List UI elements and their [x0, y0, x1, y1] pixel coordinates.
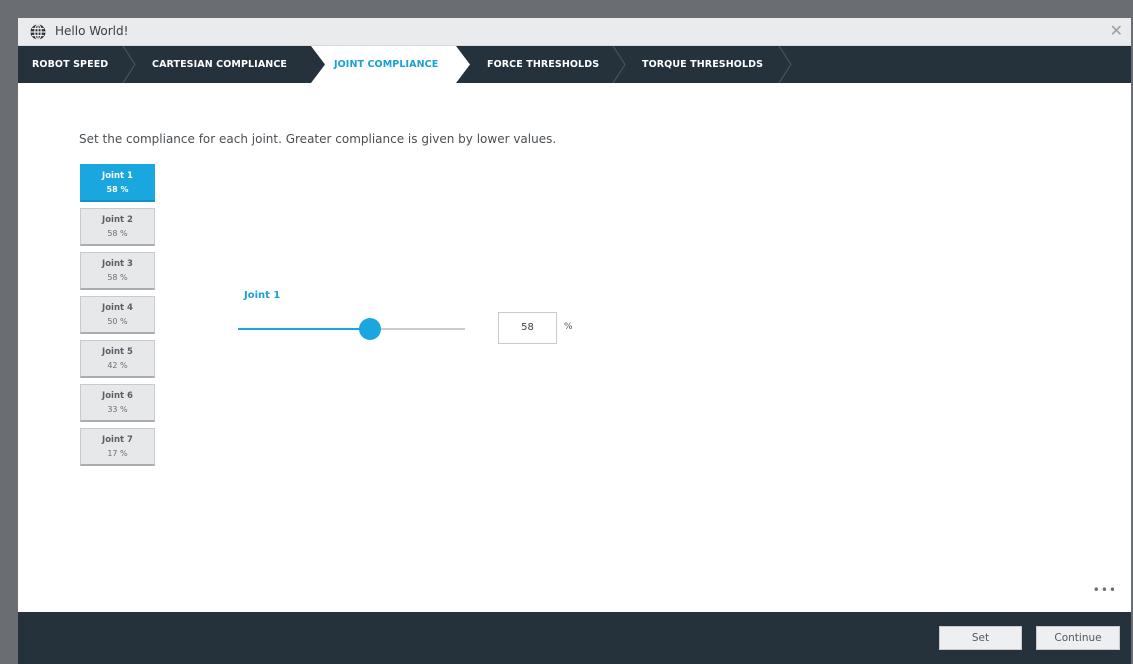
- joint-7-button[interactable]: Joint 7 17 %: [80, 428, 155, 466]
- window-title: Hello World!: [55, 24, 129, 38]
- joint-value: 58 %: [107, 229, 128, 238]
- slider-thumb[interactable]: [358, 318, 381, 340]
- joint-3-button[interactable]: Joint 3 58 %: [80, 252, 155, 290]
- main-content: Set the compliance for each joint. Great…: [18, 83, 1131, 612]
- tab-cartesian-compliance[interactable]: CARTESIAN COMPLIANCE: [152, 46, 287, 83]
- instructions-text: Set the compliance for each joint. Great…: [79, 132, 557, 146]
- tab-force-thresholds[interactable]: FORCE THRESHOLDS: [487, 46, 599, 83]
- tab-joint-compliance[interactable]: JOINT COMPLIANCE: [334, 46, 438, 83]
- tab-separator: [778, 46, 792, 83]
- close-icon[interactable]: ✕: [1110, 23, 1123, 39]
- joint-5-button[interactable]: Joint 5 42 %: [80, 340, 155, 378]
- tab-separator: [612, 46, 626, 83]
- joint-1-button[interactable]: Joint 1 58 %: [80, 164, 155, 202]
- tab-robot-speed[interactable]: ROBOT SPEED: [32, 46, 108, 83]
- slider-label: Joint 1: [244, 290, 281, 301]
- title-bar: Hello World! ✕: [18, 18, 1131, 46]
- tab-separator: [122, 46, 136, 83]
- unit-label: %: [564, 322, 573, 332]
- app-window: Hello World! ✕ ROBOT SPEED CARTESIAN COM…: [18, 18, 1131, 664]
- joint-value: 33 %: [107, 405, 128, 414]
- joint-value: 17 %: [107, 449, 128, 458]
- joint-value: 50 %: [107, 317, 128, 326]
- joint-6-button[interactable]: Joint 6 33 %: [80, 384, 155, 422]
- joint-value: 58 %: [106, 185, 129, 194]
- tab-torque-thresholds[interactable]: TORQUE THRESHOLDS: [642, 46, 763, 83]
- joint-name: Joint 2: [102, 215, 133, 225]
- joint-name: Joint 4: [102, 303, 133, 313]
- joint-value: 42 %: [107, 361, 128, 370]
- joint-name: Joint 6: [102, 391, 133, 401]
- compliance-value-input[interactable]: 58: [498, 312, 557, 344]
- joint-name: Joint 1: [102, 171, 133, 181]
- joint-2-button[interactable]: Joint 2 58 %: [80, 208, 155, 246]
- continue-button[interactable]: Continue: [1036, 626, 1120, 650]
- compliance-slider[interactable]: [238, 318, 465, 340]
- globe-icon: [30, 24, 46, 40]
- more-options-icon[interactable]: •••: [1093, 583, 1117, 597]
- joint-value: 58 %: [107, 273, 128, 282]
- slider-fill: [238, 328, 370, 330]
- set-button[interactable]: Set: [939, 626, 1022, 650]
- footer-bar: Set Continue: [18, 612, 1131, 664]
- wizard-tab-bar: ROBOT SPEED CARTESIAN COMPLIANCE JOINT C…: [18, 46, 1131, 83]
- joint-name: Joint 3: [102, 259, 133, 269]
- joint-4-button[interactable]: Joint 4 50 %: [80, 296, 155, 334]
- joint-name: Joint 7: [102, 435, 133, 445]
- joint-name: Joint 5: [102, 347, 133, 357]
